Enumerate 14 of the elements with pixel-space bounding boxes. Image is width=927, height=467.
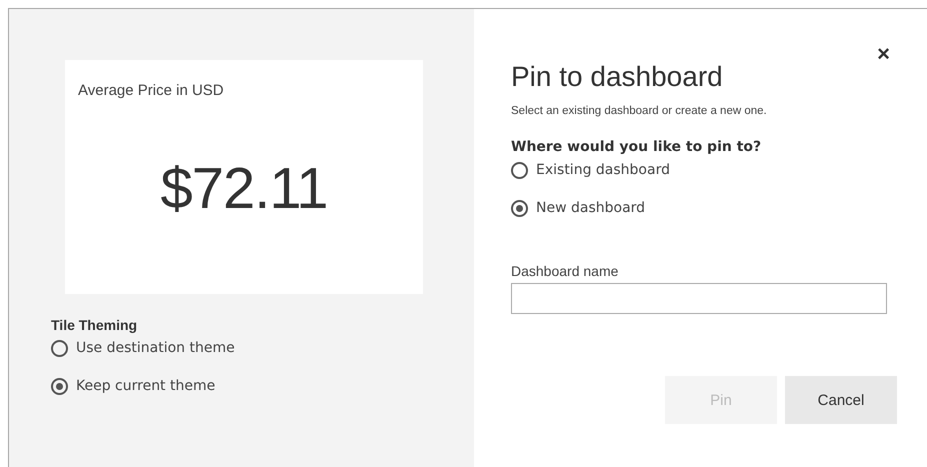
- dialog-subtitle: Select an existing dashboard or create a new one.: [511, 105, 768, 117]
- radio-option[interactable]: New dashboard: [511, 197, 646, 219]
- input-field[interactable]: [511, 283, 887, 314]
- group-label: Where would you like to pin to?: [511, 139, 762, 155]
- radio-option[interactable]: Existing dashboard: [511, 159, 670, 181]
- close-button[interactable]: ×: [877, 43, 890, 65]
- dialog-title: Pin to dashboard: [511, 61, 724, 93]
- group-label: Tile Theming: [51, 317, 138, 333]
- radio-option[interactable]: Use destination theme: [51, 337, 235, 359]
- field-label: Dashboard name: [511, 263, 620, 279]
- dialog-button[interactable]: Cancel: [785, 376, 897, 424]
- radio-option[interactable]: Keep current theme: [51, 375, 216, 397]
- tile-title: Average Price in USD: [78, 82, 225, 99]
- tile-value: $72.11: [159, 155, 329, 222]
